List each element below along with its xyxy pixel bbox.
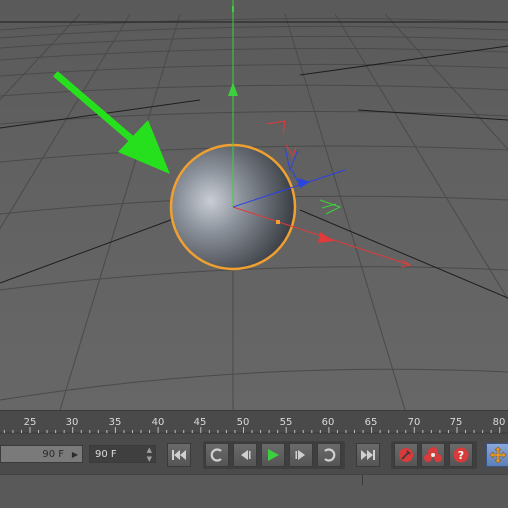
go-to-start-button[interactable]	[167, 443, 191, 467]
playback-controls: 90 F ▶ 90 F ▲ ▼ ?	[0, 439, 508, 474]
record-keyframe-button[interactable]	[394, 443, 418, 467]
loop-back-button[interactable]	[205, 443, 229, 467]
timeline-tick-label: 65	[364, 417, 378, 428]
field-arrow-icon[interactable]: ▶	[72, 446, 78, 464]
timeline-tick-label: 75	[449, 417, 463, 428]
z-axis-handle[interactable]	[298, 178, 310, 188]
step-back-icon	[241, 450, 251, 460]
preview-max-field[interactable]: 90 F ▶	[0, 445, 83, 463]
timeline-ruler[interactable]: 25 30 35 40 45 50 55 60 65 70 75 80	[0, 410, 508, 440]
timeline-tick-label: 80	[492, 417, 506, 428]
help-button[interactable]: ?	[449, 443, 473, 467]
timeline-tick-label: 55	[279, 417, 293, 428]
autokey-icon	[424, 447, 442, 462]
end-frame-value: 90 F	[95, 449, 117, 460]
x-label-marker	[266, 120, 297, 158]
timeline-tick-label: 50	[236, 417, 250, 428]
step-back-button[interactable]	[233, 443, 257, 467]
skip-to-start-icon	[172, 450, 186, 460]
timeline-tick-label: 60	[321, 417, 335, 428]
y-axis-handle[interactable]	[228, 82, 238, 96]
step-forward-icon	[295, 450, 305, 460]
play-icon	[268, 449, 279, 461]
timeline-tick-label: 70	[407, 417, 421, 428]
go-to-end-button[interactable]	[356, 443, 380, 467]
svg-text:?: ?	[458, 449, 464, 462]
timeline-tick-label: 25	[23, 417, 37, 428]
annotation-arrow	[53, 71, 170, 174]
preview-max-value: 90 F	[42, 449, 64, 460]
pivot-handle[interactable]	[276, 220, 280, 224]
move-tool-icon	[489, 446, 507, 464]
stepper-icon[interactable]: ▲ ▼	[147, 446, 152, 464]
step-forward-button[interactable]	[289, 443, 313, 467]
move-tool-button[interactable]	[486, 443, 508, 467]
timeline-tick-label: 35	[108, 417, 122, 428]
3d-viewport[interactable]	[0, 0, 508, 410]
viewport-scene	[0, 0, 508, 410]
record-keyframe-icon	[399, 448, 413, 462]
timeline-tick-label: 45	[193, 417, 207, 428]
status-bar	[0, 474, 508, 508]
help-icon: ?	[453, 447, 469, 463]
loop-back-icon	[210, 448, 222, 462]
timeline-tick-label: 30	[65, 417, 79, 428]
skip-to-end-icon	[361, 450, 375, 460]
end-frame-field[interactable]: 90 F ▲ ▼	[89, 445, 156, 463]
y-label-marker	[319, 199, 342, 215]
timeline-tick-label: 40	[151, 417, 165, 428]
x-axis-handle[interactable]	[318, 232, 334, 243]
loop-forward-button[interactable]	[317, 443, 341, 467]
status-divider	[362, 475, 363, 485]
loop-forward-icon	[324, 448, 336, 462]
play-button[interactable]	[261, 443, 285, 467]
autokey-button[interactable]	[421, 443, 445, 467]
